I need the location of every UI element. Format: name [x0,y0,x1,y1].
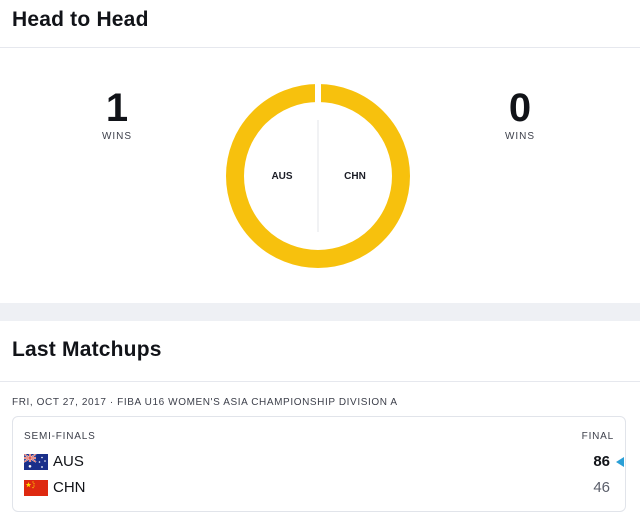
right-team-wins-count: 0 [508,86,532,130]
head-to-head-title: Head to Head [12,8,149,31]
match-status-label: FINAL [581,431,614,442]
head-to-head-divider [0,47,640,48]
australia-flag-icon [24,454,48,470]
match-team-score-chn: 46 [593,479,610,496]
last-matchups-divider [0,381,640,382]
match-round-label: SEMI-FINALS [24,431,96,442]
last-matchups-title: Last Matchups [12,338,162,361]
head-to-head-donut-chart [226,80,410,268]
left-team-wins-count: 1 [105,86,129,130]
donut-gap-top [315,80,321,110]
match-team-name-aus: AUS [53,453,84,470]
right-team-wins-label: WINS [504,131,536,142]
match-date-competition: FRI, OCT 27, 2017 · FIBA U16 WOMEN'S ASI… [12,397,398,408]
donut-left-team-label: AUS [271,171,293,182]
donut-right-team-label: CHN [344,171,366,182]
match-team-row-aus: AUS 86 [24,452,624,472]
china-flag-icon [24,480,48,496]
match-team-score-aus: 86 [593,453,610,470]
match-team-name-chn: CHN [53,479,86,496]
winner-indicator-icon [616,457,624,467]
left-team-wins-label: WINS [101,131,133,142]
match-team-row-chn: CHN 46 [24,478,624,498]
